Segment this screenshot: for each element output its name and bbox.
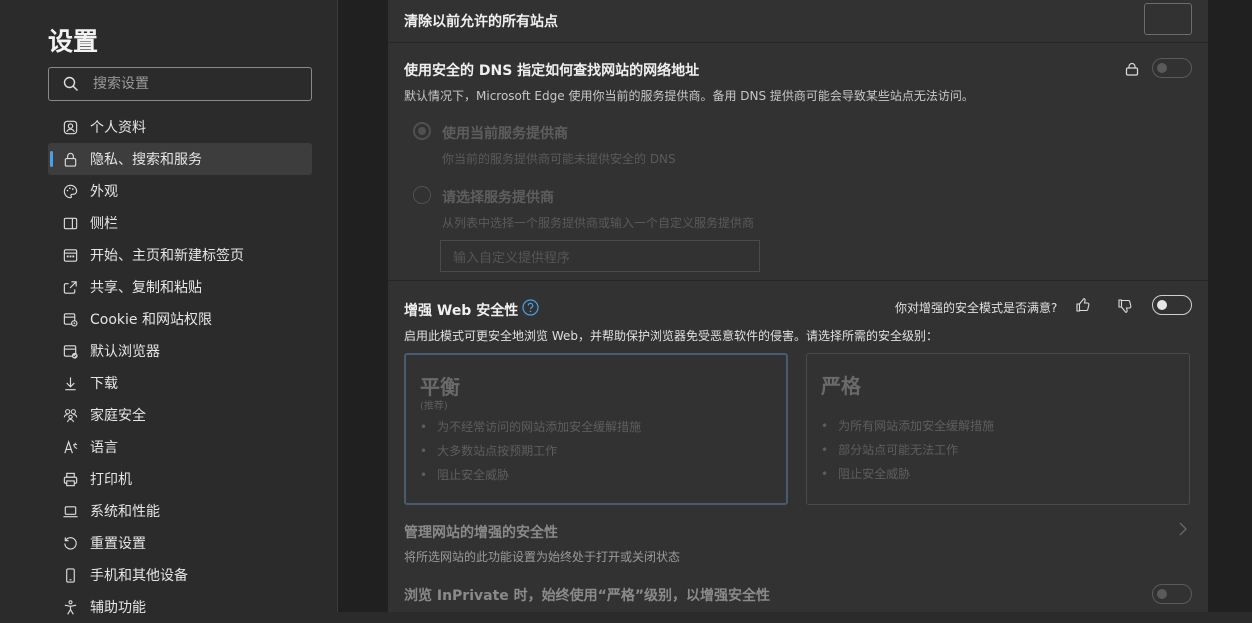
chevron-right-icon[interactable] [1178,521,1188,537]
secure-dns-title: 使用安全的 DNS 指定如何查找网站的网络地址 [404,63,700,79]
list-item: 阻止安全威胁 [821,462,994,486]
sidebar-item-downloads[interactable]: 下载 [48,367,312,399]
enhanced-security-title: 增强 Web 安全性 [404,303,519,319]
palette-icon [61,182,79,200]
secure-dns-section: 使用安全的 DNS 指定如何查找网站的网络地址 默认情况下，Microsoft … [388,43,1208,281]
sidebar-item-profile[interactable]: 个人资料 [48,111,312,143]
sidebar-item-cookies[interactable]: Cookie 和网站权限 [48,303,312,335]
dns-choose-provider-desc: 从列表中选择一个服务提供商或输入一个自定义服务提供商 [442,216,755,230]
thumbs-up-icon[interactable] [1075,297,1091,313]
sidebar-item-phone[interactable]: 手机和其他设备 [48,559,312,591]
level-strict-list: 为所有网站添加安全缓解措施 部分站点可能无法工作 阻止安全威胁 [821,414,994,486]
list-item: 大多数站点按预期工作 [420,439,641,463]
sidebar-item-label: 语言 [90,440,118,456]
sidebar-item-label: 打印机 [90,472,132,488]
dns-choose-provider-radio[interactable] [413,186,431,204]
family-icon [61,406,79,424]
sidebar-item-label: 隐私、搜索和服务 [90,152,202,168]
sidebar-item-system[interactable]: 系统和性能 [48,495,312,527]
search-input[interactable] [91,75,285,93]
search-box[interactable] [48,67,312,101]
search-icon [63,76,78,91]
sidebar-item-label: 外观 [90,184,118,200]
browser-check-icon [61,342,79,360]
printer-icon [61,470,79,488]
clear-sites-button[interactable] [1144,3,1192,35]
enhanced-security-section: 增强 Web 安全性 你对增强的安全模式是否满意? 启用此模式可更安全地浏览 W… [388,281,1208,612]
profile-icon [61,118,79,136]
level-strict-title: 严格 [821,374,861,398]
language-icon [61,438,79,456]
sidebar-item-family[interactable]: 家庭安全 [48,399,312,431]
sidebar-nav: 个人资料 隐私、搜索和服务 外观 侧栏 开始、主页和新建标签页 共享、复制和粘贴… [48,111,312,623]
managed-lock-icon [1125,62,1139,76]
sidebar-item-languages[interactable]: 语言 [48,431,312,463]
level-balanced-list: 为不经常访问的网站添加安全缓解措施 大多数站点按预期工作 阻止安全威胁 [420,415,641,487]
feedback-question: 你对增强的安全模式是否满意? [895,301,1058,315]
sidebar-item-label: 系统和性能 [90,504,160,520]
level-balanced-title: 平衡 [420,375,460,399]
dns-current-provider-label: 使用当前服务提供商 [442,126,568,142]
sidebar-item-label: 下载 [90,376,118,392]
sidebar-item-accessibility[interactable]: 辅助功能 [48,591,312,623]
list-item: 部分站点可能无法工作 [821,438,994,462]
sidebar-item-label: 开始、主页和新建标签页 [90,248,244,264]
reset-icon [61,534,79,552]
cookie-settings-icon [61,310,79,328]
sidebar-item-printers[interactable]: 打印机 [48,463,312,495]
settings-title: 设置 [48,27,99,56]
inprivate-strict-toggle[interactable] [1152,584,1192,604]
list-item: 阻止安全威胁 [420,463,641,487]
accessibility-icon [61,598,79,616]
dns-current-provider-radio[interactable] [413,122,431,140]
secure-dns-desc: 默认情况下，Microsoft Edge 使用你当前的服务提供商。备用 DNS … [404,89,974,103]
download-icon [61,374,79,392]
enhanced-security-desc: 启用此模式可更安全地浏览 Web，并帮助保护浏览器免受恶意软件的侵害。请选择所需… [404,329,938,343]
thumbs-down-icon[interactable] [1117,298,1133,314]
enhanced-security-toggle[interactable] [1152,295,1192,315]
sidebar-item-sidebar[interactable]: 侧栏 [48,207,312,239]
sidebar-item-label: 个人资料 [90,120,146,136]
sidebar-item-label: 共享、复制和粘贴 [90,280,202,296]
inprivate-strict-title: 浏览 InPrivate 时，始终使用“严格”级别，以增强安全性 [404,588,771,604]
sidebar-item-label: 辅助功能 [90,600,146,616]
sidebar-item-reset[interactable]: 重置设置 [48,527,312,559]
sidebar-item-label: 手机和其他设备 [90,568,188,584]
level-balanced-recommended: (推荐) [420,401,448,412]
sidebar-item-label: Cookie 和网站权限 [90,312,212,328]
sidebar-item-start-home[interactable]: 开始、主页和新建标签页 [48,239,312,271]
sidebar-item-appearance[interactable]: 外观 [48,175,312,207]
dns-choose-provider-label: 请选择服务提供商 [442,190,554,206]
level-balanced-card[interactable]: 平衡 (推荐) 为不经常访问的网站添加安全缓解措施 大多数站点按预期工作 阻止安… [404,353,788,505]
manage-exceptions-desc: 将所选网站的此功能设置为始终处于打开或关闭状态 [404,550,681,564]
list-item: 为不经常访问的网站添加安全缓解措施 [420,415,641,439]
lock-icon [61,150,79,168]
list-item: 为所有网站添加安全缓解措施 [821,414,994,438]
phone-icon [61,566,79,584]
main-content: 清除以前允许的所有站点 使用安全的 DNS 指定如何查找网站的网络地址 默认情况… [338,0,1252,612]
laptop-icon [61,502,79,520]
clear-sites-label: 清除以前允许的所有站点 [404,14,558,30]
dns-current-provider-desc: 你当前的服务提供商可能未提供安全的 DNS [442,152,676,166]
level-strict-card[interactable]: 严格 为所有网站添加安全缓解措施 部分站点可能无法工作 阻止安全威胁 [806,353,1190,505]
share-icon [61,278,79,296]
sidebar-panel-icon [61,214,79,232]
sidebar-item-privacy[interactable]: 隐私、搜索和服务 [48,143,312,175]
sidebar-item-share[interactable]: 共享、复制和粘贴 [48,271,312,303]
home-grid-icon [61,246,79,264]
help-icon[interactable] [522,299,539,316]
secure-dns-toggle[interactable] [1152,58,1192,78]
manage-exceptions-title[interactable]: 管理网站的增强的安全性 [404,522,558,542]
sidebar-item-label: 重置设置 [90,536,146,552]
sidebar-item-label: 侧栏 [90,216,118,232]
custom-provider-input[interactable]: 输入自定义提供程序 [440,240,760,272]
sidebar: 设置 个人资料 隐私、搜索和服务 外观 侧栏 开始、主页和新建标签页 [0,0,338,616]
clear-sites-row: 清除以前允许的所有站点 [388,0,1208,43]
sidebar-item-label: 默认浏览器 [90,344,160,360]
sidebar-item-label: 家庭安全 [90,408,146,424]
sidebar-item-default-browser[interactable]: 默认浏览器 [48,335,312,367]
